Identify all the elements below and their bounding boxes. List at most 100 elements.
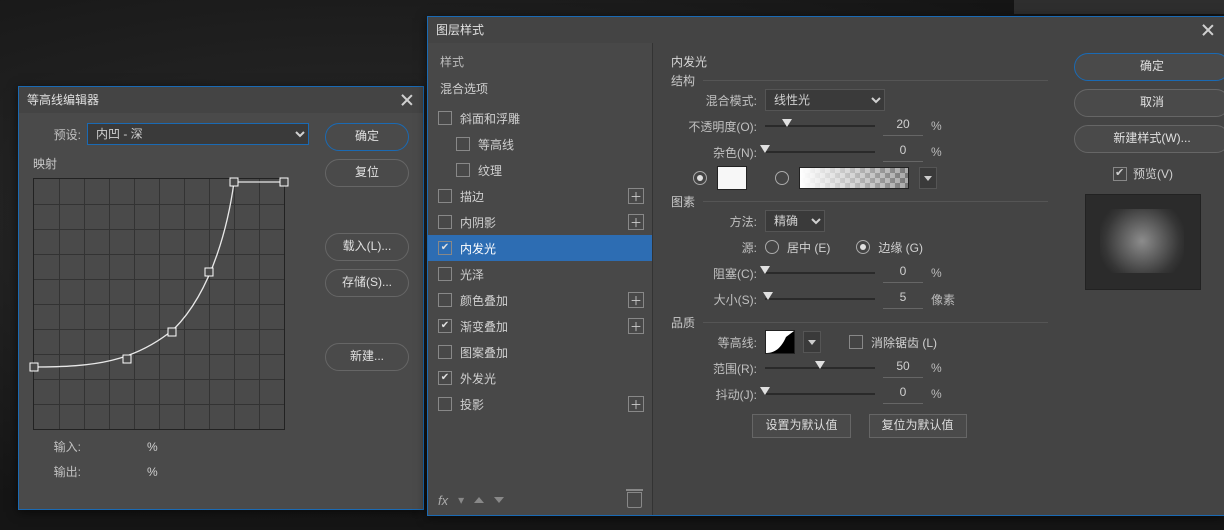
range-value[interactable]: 50 — [883, 359, 923, 378]
move-up-icon[interactable] — [474, 497, 484, 503]
gradient-dropdown-icon[interactable] — [919, 167, 937, 189]
curve-handle[interactable] — [167, 327, 176, 336]
contour-dropdown-icon[interactable] — [803, 331, 821, 353]
style-item-label: 描边 — [460, 188, 484, 205]
style-item-label: 内发光 — [460, 240, 496, 257]
preview-checkbox[interactable]: ✔ — [1113, 167, 1127, 181]
style-list: 样式 混合选项 斜面和浮雕等高线纹理描边 ＋ 内阴影 ＋ 内发光光泽颜色叠加＋渐变叠加＋… — [428, 43, 653, 515]
curve-handle[interactable] — [205, 267, 214, 276]
style-item-label: 图案叠加 — [460, 344, 508, 361]
add-instance-icon[interactable]: ＋ — [628, 188, 644, 204]
reset-default-button[interactable]: 复位为默认值 — [869, 414, 967, 438]
style-checkbox[interactable] — [438, 319, 452, 333]
style-item-label: 外发光 — [460, 370, 496, 387]
style-item-label: 等高线 — [478, 136, 514, 153]
styles-header: 样式 — [428, 43, 652, 76]
cancel-button[interactable]: 取消 — [1074, 89, 1224, 117]
style-item-label: 纹理 — [478, 162, 502, 179]
style-checkbox[interactable] — [438, 241, 452, 255]
range-slider[interactable] — [765, 361, 875, 375]
style-checkbox[interactable] — [438, 293, 452, 307]
style-item-0[interactable]: 斜面和浮雕 — [428, 105, 652, 131]
input-label: 输入: — [33, 438, 81, 455]
style-item-5[interactable]: 内发光 — [428, 235, 652, 261]
noise-slider[interactable] — [765, 145, 875, 159]
curve-handle[interactable] — [30, 362, 39, 371]
style-checkbox[interactable] — [456, 163, 470, 177]
reset-button[interactable]: 复位 — [325, 159, 409, 187]
right-buttons: 确定 取消 新建样式(W)... ✔ 预览(V) — [1062, 43, 1224, 515]
gradient-swatch[interactable] — [799, 167, 909, 189]
trash-icon[interactable] — [627, 492, 642, 508]
preset-select[interactable]: 内凹 - 深 — [87, 123, 309, 145]
ok-button[interactable]: 确定 — [325, 123, 409, 151]
panel-title: 内发光 — [671, 53, 1048, 70]
gradient-radio[interactable] — [775, 171, 789, 185]
ls-titlebar[interactable]: 图层样式 — [428, 17, 1224, 43]
load-button[interactable]: 载入(L)... — [325, 233, 409, 261]
blend-options[interactable]: 混合选项 — [428, 76, 652, 105]
add-instance-icon[interactable]: ＋ — [628, 292, 644, 308]
curve-handle[interactable] — [230, 177, 239, 186]
style-checkbox[interactable] — [438, 215, 452, 229]
jitter-slider[interactable] — [765, 387, 875, 401]
style-item-label: 内阴影 — [460, 214, 496, 231]
fx-icon[interactable]: fx — [438, 493, 448, 508]
size-label: 大小(S): — [671, 291, 757, 308]
mapping-label: 映射 — [33, 155, 309, 172]
source-center-radio[interactable] — [765, 240, 779, 254]
style-checkbox[interactable] — [438, 267, 452, 281]
close-icon[interactable] — [1200, 22, 1216, 38]
style-item-1[interactable]: 等高线 — [428, 131, 652, 157]
style-checkbox[interactable] — [438, 397, 452, 411]
style-item-9[interactable]: 图案叠加 — [428, 339, 652, 365]
style-item-6[interactable]: 光泽 — [428, 261, 652, 287]
new-style-button[interactable]: 新建样式(W)... — [1074, 125, 1224, 153]
add-instance-icon[interactable]: ＋ — [628, 318, 644, 334]
noise-value[interactable]: 0 — [883, 143, 923, 162]
opacity-value[interactable]: 20 — [883, 117, 923, 136]
style-item-2[interactable]: 纹理 — [428, 157, 652, 183]
size-value[interactable]: 5 — [883, 290, 923, 309]
add-instance-icon[interactable]: ＋ — [628, 396, 644, 412]
choke-value[interactable]: 0 — [883, 264, 923, 283]
contour-title: 等高线编辑器 — [27, 87, 99, 113]
source-edge-radio[interactable] — [856, 240, 870, 254]
curve-editor[interactable] — [33, 178, 285, 430]
contour-swatch[interactable] — [765, 330, 795, 354]
add-instance-icon[interactable]: ＋ — [628, 214, 644, 230]
choke-slider[interactable] — [765, 266, 875, 280]
style-checkbox[interactable] — [438, 189, 452, 203]
jitter-value[interactable]: 0 — [883, 385, 923, 404]
technique-select[interactable]: 精确 — [765, 210, 825, 232]
ok-button[interactable]: 确定 — [1074, 53, 1224, 81]
style-item-11[interactable]: 投影＋ — [428, 391, 652, 417]
choke-label: 阻塞(C): — [671, 265, 757, 282]
style-item-7[interactable]: 颜色叠加＋ — [428, 287, 652, 313]
style-item-4[interactable]: 内阴影 ＋ — [428, 209, 652, 235]
blendmode-select[interactable]: 线性光 — [765, 89, 885, 111]
color-radio[interactable] — [693, 171, 707, 185]
contour-titlebar[interactable]: 等高线编辑器 — [19, 87, 423, 113]
group-element: 图素 — [671, 193, 703, 210]
size-slider[interactable] — [765, 292, 875, 306]
close-icon[interactable] — [399, 92, 415, 108]
group-structure: 结构 — [671, 72, 703, 89]
opacity-label: 不透明度(O): — [671, 118, 757, 135]
move-down-icon[interactable] — [494, 497, 504, 503]
set-default-button[interactable]: 设置为默认值 — [752, 414, 850, 438]
curve-handle[interactable] — [122, 355, 131, 364]
style-item-10[interactable]: 外发光 — [428, 365, 652, 391]
opacity-slider[interactable] — [765, 119, 875, 133]
antialias-checkbox[interactable] — [849, 335, 863, 349]
color-swatch[interactable] — [717, 166, 747, 190]
style-checkbox[interactable] — [456, 137, 470, 151]
new-button[interactable]: 新建... — [325, 343, 409, 371]
curve-handle[interactable] — [280, 177, 289, 186]
style-checkbox[interactable] — [438, 111, 452, 125]
style-item-3[interactable]: 描边 ＋ — [428, 183, 652, 209]
save-button[interactable]: 存储(S)... — [325, 269, 409, 297]
style-item-8[interactable]: 渐变叠加＋ — [428, 313, 652, 339]
style-checkbox[interactable] — [438, 345, 452, 359]
style-checkbox[interactable] — [438, 371, 452, 385]
